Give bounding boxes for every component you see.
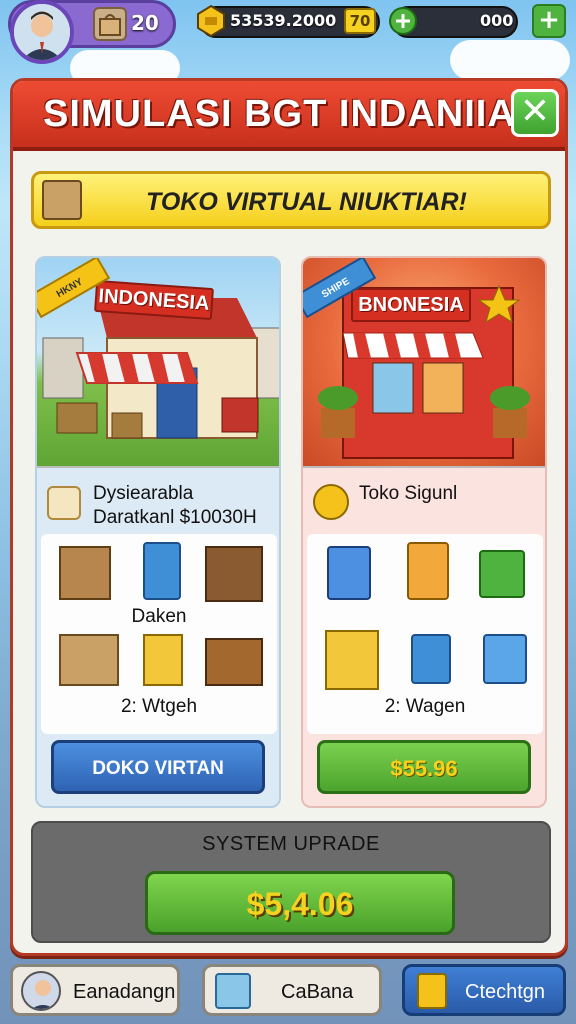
nav-label: CaBana [281,981,354,1003]
top-hud: 20 53539.2000 70 000 + [0,0,576,72]
virtual-store-button[interactable]: DOKO VIRTAN [51,740,265,794]
shelf-icon[interactable] [205,546,263,602]
item-grid: Daken 2: Wtgeh [41,534,277,734]
item-grid: 2: Wagen [307,534,543,734]
close-icon: ✕ [519,91,551,132]
buy-store-button[interactable]: $55.96 [317,740,531,794]
money-value: 53539.2000 [230,11,337,30]
panel-title: SIMULASI BGT INDANIIA [43,93,516,135]
cart-icon[interactable] [411,634,451,684]
shop-panel: SIMULASI BGT INDANIIA ✕ TOKO VIRTUAL NIU… [10,78,568,956]
nav-label: Eanadangn [73,981,176,1003]
item-label: 2: Wagen [384,696,466,717]
bag-icon [417,973,447,1009]
bag-icon[interactable] [143,634,183,686]
panel-header: SIMULASI BGT INDANIIA ✕ [13,81,565,151]
coin-icon [313,484,349,520]
plus-icon: + [538,5,560,35]
store-scene-illustration: INDONESIA HKNY [37,258,279,468]
store-description: Dysiearabla Daratkanl $10030H [37,470,279,532]
nav-label: Ctechtgn [465,981,546,1003]
desc-line-1: Dysiearabla [93,483,194,504]
upgrade-buy-button[interactable]: $5,4.06 [145,871,455,935]
add-gems-button[interactable]: + [532,4,566,38]
gold-bars-icon [196,4,226,38]
store-scene-illustration: BNONESIA SHIPE [303,258,545,468]
fruit-box-icon[interactable] [205,638,263,686]
store-banner: TOKO VIRTUAL NIUKTIAR! [31,171,551,229]
shopping-bag-icon [42,180,82,220]
crate-icon[interactable] [59,634,119,686]
kiosk-icon[interactable] [59,546,111,600]
desc-line-1: Toko Sigunl [359,483,458,504]
store-desc-text: Dysiearabla Daratkanl $10030H [93,482,257,530]
shopping-bag-icon[interactable] [327,546,371,600]
shopping-bag-icon[interactable] [479,550,525,598]
system-upgrade-section: SYSTEM UPRADE $5,4.06 [31,821,551,943]
store-desc-text: Toko Sigunl [359,482,457,506]
person-icon [21,971,61,1011]
upgrade-title: SYSTEM UPRADE [202,833,380,855]
store-card-right[interactable]: BNONESIA SHIPE Toko Sigunl 2: Wagen $55.… [301,256,547,808]
nav-cabana-button[interactable]: CaBana [202,964,382,1016]
avatar[interactable] [10,0,74,64]
nav-profile-button[interactable]: Eanadangn [10,964,180,1016]
shopping-bag-icon[interactable] [407,542,449,600]
mug-icon [47,486,81,520]
cart-icon[interactable] [143,542,181,600]
stall-icon[interactable] [325,630,379,690]
item-label: Daken [131,606,187,627]
store-description: Toko Sigunl [303,470,545,532]
banner-text: TOKO VIRTUAL NIUKTIAR! [146,188,467,216]
store-card-left[interactable]: INDONESIA HKNY Dysiearabla Daratkanl $10… [35,256,281,808]
nav-checkout-button[interactable]: Ctechtgn [402,964,566,1016]
close-button[interactable]: ✕ [511,89,559,137]
item-label: 2: Wtgeh [120,696,198,717]
shopping-bag-icon[interactable] [483,634,527,684]
green-gem-icon [388,6,418,36]
shopping-bag-icon [93,7,127,41]
gem-value: 000 [480,11,514,30]
desc-line-2: Daratkanl $10030H [93,507,257,528]
box-icon [215,973,251,1009]
bag-count: 20 [131,11,159,35]
store-sign: BNONESIA [351,288,471,322]
level-badge: 70 [344,8,376,34]
